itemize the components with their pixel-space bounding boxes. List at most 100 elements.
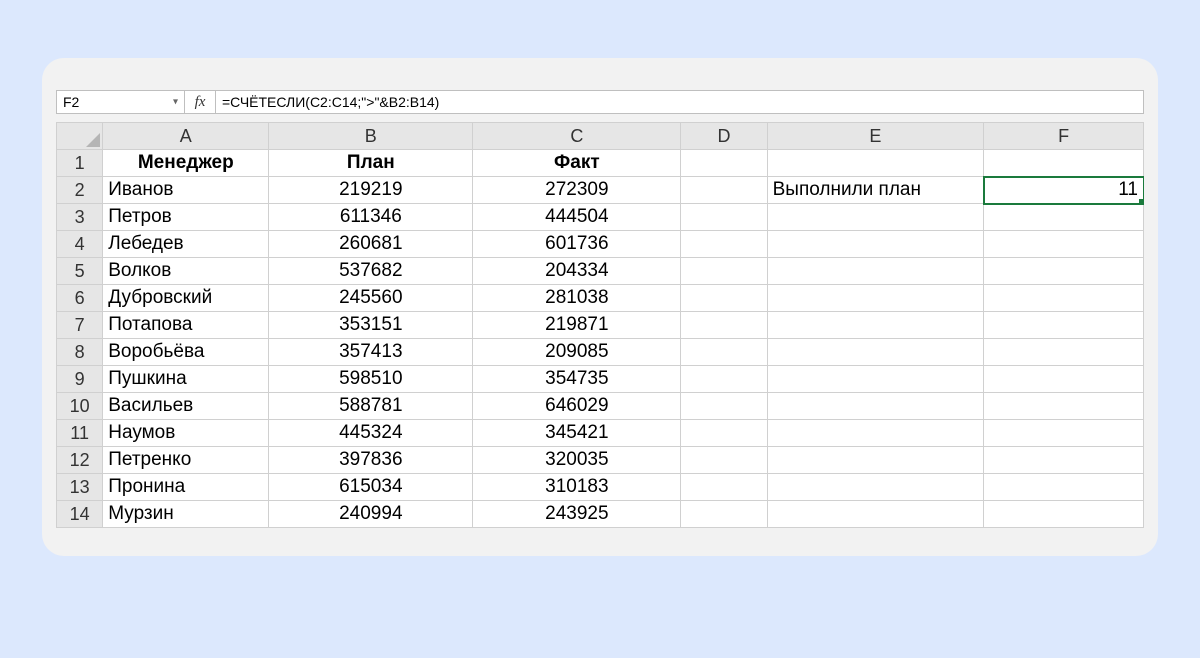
row-header[interactable]: 10 — [57, 393, 103, 420]
cell-B7[interactable]: 353151 — [269, 312, 473, 339]
row-header[interactable]: 2 — [57, 177, 103, 204]
cell-C12[interactable]: 320035 — [473, 447, 681, 474]
cell-D9[interactable] — [681, 366, 767, 393]
fx-icon[interactable]: fx — [185, 91, 216, 113]
cell-C6[interactable]: 281038 — [473, 285, 681, 312]
cell-D13[interactable] — [681, 474, 767, 501]
name-box[interactable]: F2 ▾ — [57, 91, 185, 113]
cell-B3[interactable]: 611346 — [269, 204, 473, 231]
cell-E13[interactable] — [767, 474, 984, 501]
cell-C5[interactable]: 204334 — [473, 258, 681, 285]
cell-E9[interactable] — [767, 366, 984, 393]
row-header[interactable]: 9 — [57, 366, 103, 393]
row-header[interactable]: 8 — [57, 339, 103, 366]
cell-C8[interactable]: 209085 — [473, 339, 681, 366]
row-header[interactable]: 13 — [57, 474, 103, 501]
row-header[interactable]: 14 — [57, 501, 103, 528]
cell-F10[interactable] — [984, 393, 1144, 420]
cell-F14[interactable] — [984, 501, 1144, 528]
cell-B10[interactable]: 588781 — [269, 393, 473, 420]
cell-C13[interactable]: 310183 — [473, 474, 681, 501]
select-all-corner[interactable] — [57, 123, 103, 150]
cell-D14[interactable] — [681, 501, 767, 528]
cell-D11[interactable] — [681, 420, 767, 447]
row-header[interactable]: 6 — [57, 285, 103, 312]
cell-D4[interactable] — [681, 231, 767, 258]
cell-A10[interactable]: Васильев — [103, 393, 269, 420]
cell-B6[interactable]: 245560 — [269, 285, 473, 312]
cell-C4[interactable]: 601736 — [473, 231, 681, 258]
cell-C14[interactable]: 243925 — [473, 501, 681, 528]
formula-input[interactable] — [216, 91, 1143, 113]
cell-C11[interactable]: 345421 — [473, 420, 681, 447]
cell-B8[interactable]: 357413 — [269, 339, 473, 366]
spreadsheet-grid[interactable]: A B C D E F 1 Менеджер План Факт — [56, 122, 1144, 528]
row-header[interactable]: 3 — [57, 204, 103, 231]
cell-B9[interactable]: 598510 — [269, 366, 473, 393]
col-header-E[interactable]: E — [767, 123, 984, 150]
cell-F13[interactable] — [984, 474, 1144, 501]
cell-E14[interactable] — [767, 501, 984, 528]
cell-F4[interactable] — [984, 231, 1144, 258]
cell-E5[interactable] — [767, 258, 984, 285]
row-header[interactable]: 5 — [57, 258, 103, 285]
col-header-A[interactable]: A — [103, 123, 269, 150]
col-header-F[interactable]: F — [984, 123, 1144, 150]
cell-A5[interactable]: Волков — [103, 258, 269, 285]
cell-A14[interactable]: Мурзин — [103, 501, 269, 528]
cell-B11[interactable]: 445324 — [269, 420, 473, 447]
cell-E1[interactable] — [767, 150, 984, 177]
cell-E3[interactable] — [767, 204, 984, 231]
cell-D3[interactable] — [681, 204, 767, 231]
cell-F9[interactable] — [984, 366, 1144, 393]
row-header[interactable]: 7 — [57, 312, 103, 339]
cell-C7[interactable]: 219871 — [473, 312, 681, 339]
cell-C2[interactable]: 272309 — [473, 177, 681, 204]
cell-A13[interactable]: Пронина — [103, 474, 269, 501]
cell-E4[interactable] — [767, 231, 984, 258]
cell-D5[interactable] — [681, 258, 767, 285]
cell-C9[interactable]: 354735 — [473, 366, 681, 393]
row-header[interactable]: 1 — [57, 150, 103, 177]
cell-B13[interactable]: 615034 — [269, 474, 473, 501]
cell-F8[interactable] — [984, 339, 1144, 366]
cell-F12[interactable] — [984, 447, 1144, 474]
cell-E6[interactable] — [767, 285, 984, 312]
cell-D1[interactable] — [681, 150, 767, 177]
cell-E8[interactable] — [767, 339, 984, 366]
row-header[interactable]: 12 — [57, 447, 103, 474]
chevron-down-icon[interactable]: ▾ — [173, 97, 178, 108]
cell-F1[interactable] — [984, 150, 1144, 177]
cell-B2[interactable]: 219219 — [269, 177, 473, 204]
cell-B4[interactable]: 260681 — [269, 231, 473, 258]
cell-F6[interactable] — [984, 285, 1144, 312]
cell-A4[interactable]: Лебедев — [103, 231, 269, 258]
cell-D8[interactable] — [681, 339, 767, 366]
cell-A9[interactable]: Пушкина — [103, 366, 269, 393]
cell-A1[interactable]: Менеджер — [103, 150, 269, 177]
cell-B5[interactable]: 537682 — [269, 258, 473, 285]
cell-F3[interactable] — [984, 204, 1144, 231]
cell-F11[interactable] — [984, 420, 1144, 447]
cell-D12[interactable] — [681, 447, 767, 474]
cell-C1[interactable]: Факт — [473, 150, 681, 177]
cell-F5[interactable] — [984, 258, 1144, 285]
cell-C10[interactable]: 646029 — [473, 393, 681, 420]
cell-A6[interactable]: Дубровский — [103, 285, 269, 312]
cell-B12[interactable]: 397836 — [269, 447, 473, 474]
cell-E12[interactable] — [767, 447, 984, 474]
cell-E11[interactable] — [767, 420, 984, 447]
cell-A7[interactable]: Потапова — [103, 312, 269, 339]
cell-A8[interactable]: Воробьёва — [103, 339, 269, 366]
row-header[interactable]: 4 — [57, 231, 103, 258]
cell-A11[interactable]: Наумов — [103, 420, 269, 447]
cell-D2[interactable] — [681, 177, 767, 204]
cell-F2[interactable]: 11 — [984, 177, 1144, 204]
col-header-D[interactable]: D — [681, 123, 767, 150]
cell-A12[interactable]: Петренко — [103, 447, 269, 474]
cell-B1[interactable]: План — [269, 150, 473, 177]
cell-F7[interactable] — [984, 312, 1144, 339]
col-header-C[interactable]: C — [473, 123, 681, 150]
col-header-B[interactable]: B — [269, 123, 473, 150]
cell-E10[interactable] — [767, 393, 984, 420]
